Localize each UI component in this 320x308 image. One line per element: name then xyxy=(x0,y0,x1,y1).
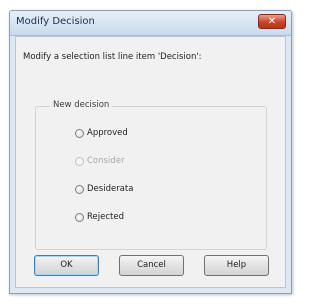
radio-button-circle xyxy=(75,156,84,166)
radio-consider: Consider xyxy=(75,154,124,168)
cancel-button[interactable]: Cancel xyxy=(119,255,184,276)
radio-button-circle[interactable] xyxy=(75,128,84,138)
ok-button[interactable]: OK xyxy=(34,255,99,276)
close-icon: ✕ xyxy=(267,16,277,27)
help-button[interactable]: Help xyxy=(204,255,269,276)
dialog-title: Modify Decision xyxy=(16,16,95,27)
radio-label: Desiderata xyxy=(87,184,134,194)
radio-label: Consider xyxy=(87,156,125,166)
group-label: New decision xyxy=(50,100,113,110)
radio-button-circle[interactable] xyxy=(75,212,84,222)
modify-decision-dialog: Modify Decision ✕ Modify a selection lis… xyxy=(9,10,292,294)
title-bar[interactable]: Modify Decision ✕ xyxy=(10,11,291,36)
radio-approved[interactable]: Approved xyxy=(75,126,128,140)
dialog-prompt: Modify a selection list line item 'Decis… xyxy=(23,52,202,62)
dialog-client-area: Modify a selection list line item 'Decis… xyxy=(15,36,286,288)
radio-label: Rejected xyxy=(87,212,124,222)
radio-button-circle[interactable] xyxy=(75,184,84,194)
radio-label: Approved xyxy=(87,128,128,138)
radio-rejected[interactable]: Rejected xyxy=(75,210,124,224)
close-button[interactable]: ✕ xyxy=(258,14,286,29)
new-decision-group: New decision xyxy=(35,100,267,250)
radio-desiderata[interactable]: Desiderata xyxy=(75,182,133,196)
